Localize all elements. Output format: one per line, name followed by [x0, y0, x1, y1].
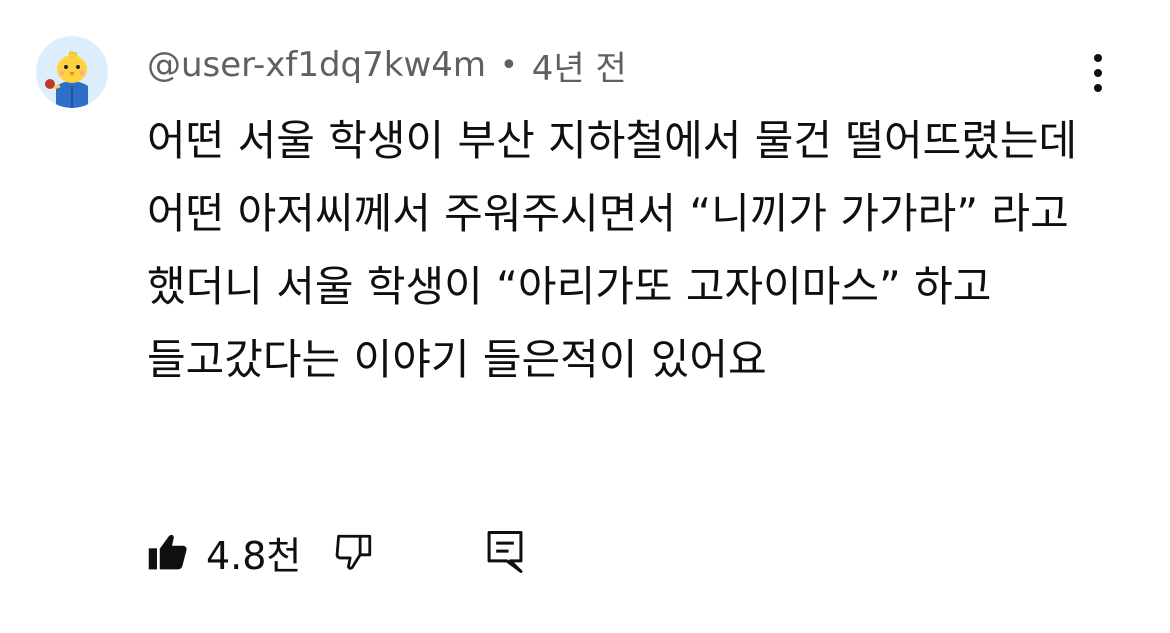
- comment-text: 어떤 서울 학생이 부산 지하철에서 물건 떨어뜨렸는데 어떤 아저씨께서 주워…: [147, 116, 1078, 384]
- avatar[interactable]: [36, 36, 108, 108]
- like-button[interactable]: 4.8천: [146, 525, 301, 580]
- more-dot-icon: [1094, 69, 1102, 77]
- comment-actions: 4.8천: [146, 526, 525, 578]
- comment-timestamp[interactable]: 4년 전: [532, 41, 627, 90]
- like-count: 4.8천: [206, 533, 302, 578]
- author-name[interactable]: @user-xf1dq7kw4m: [147, 45, 486, 85]
- more-dot-icon: [1094, 84, 1102, 92]
- comment-meta: @user-xf1dq7kw4m • 4년 전: [147, 40, 627, 90]
- meta-separator: •: [500, 47, 518, 83]
- comment-reply-icon: [487, 531, 523, 573]
- more-options-button[interactable]: [1078, 50, 1118, 96]
- comment-card: @user-xf1dq7kw4m • 4년 전 어떤 서울 학생이 부산 지하철…: [0, 0, 1170, 633]
- more-dot-icon: [1094, 54, 1102, 62]
- reply-button[interactable]: [485, 529, 525, 575]
- thumbs-down-icon: [336, 534, 372, 570]
- thumbs-up-icon: [148, 534, 187, 570]
- dislike-button[interactable]: [333, 530, 375, 574]
- chick-avatar-icon: [36, 36, 108, 108]
